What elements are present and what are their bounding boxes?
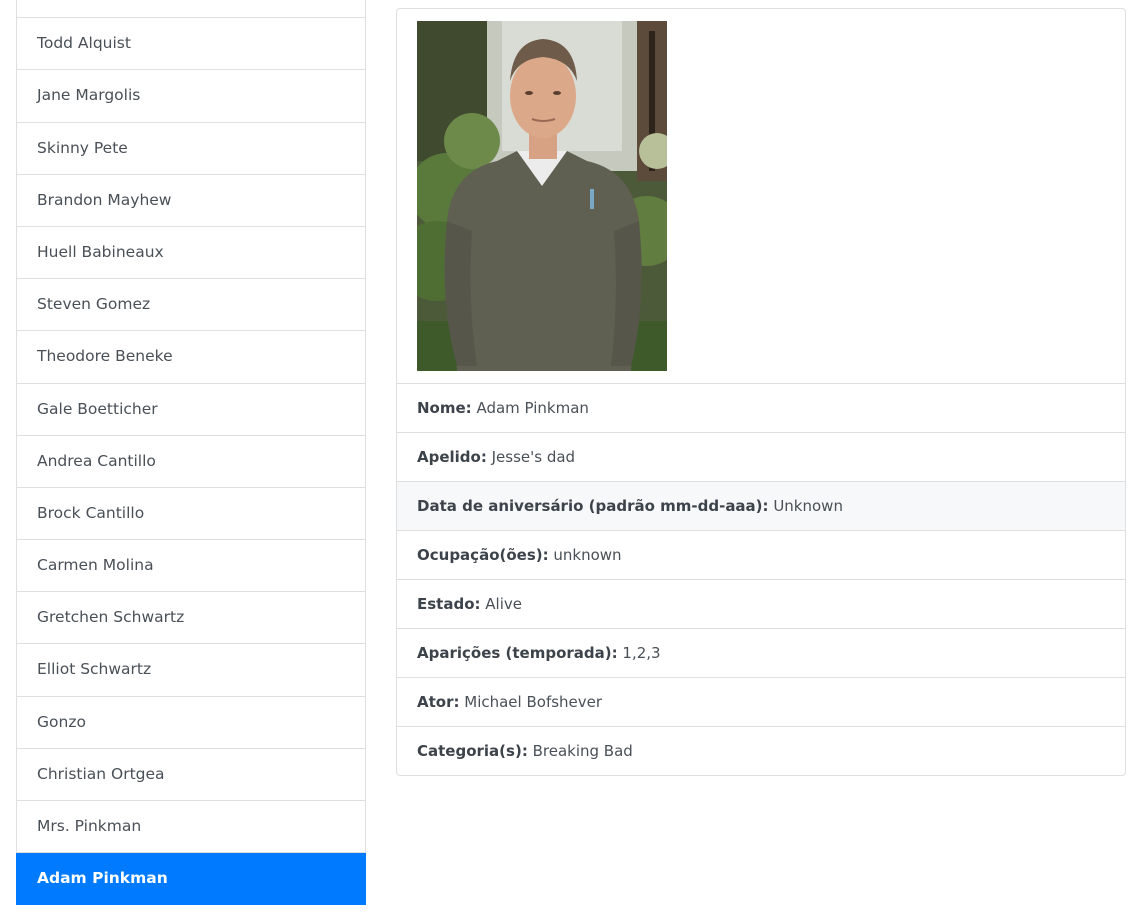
detail-value: Michael Bofshever [459, 693, 603, 711]
page: Todd Alquist Jane Margolis Skinny Pete B… [0, 0, 1136, 915]
list-item[interactable]: Theodore Beneke [16, 331, 366, 384]
detail-value: Alive [480, 595, 522, 613]
detail-label: Ocupação(ões): [417, 546, 549, 564]
detail-label: Categoria(s): [417, 742, 528, 760]
detail-label: Ator: [417, 693, 460, 711]
detail-label: Data de aniversário (padrão mm-dd-aaa): [417, 497, 769, 515]
list-item[interactable]: Skinny Pete [16, 122, 366, 175]
detail-label: Estado: [417, 595, 481, 613]
portrait-container [397, 9, 1125, 384]
detail-label: Aparições (temporada): [417, 644, 618, 662]
character-detail-card: Nome: Adam Pinkman Apelido: Jesse's dad … [396, 8, 1126, 776]
detail-value: Jesse's dad [486, 448, 576, 466]
list-item[interactable]: Elliot Schwartz [16, 644, 366, 697]
list-item[interactable]: Todd Alquist [16, 18, 366, 71]
detail-estado: Estado: Alive [397, 580, 1125, 629]
detail-value: Adam Pinkman [471, 399, 589, 417]
detail-aparicoes: Aparições (temporada): 1,2,3 [397, 629, 1125, 678]
detail-apelido: Apelido: Jesse's dad [397, 433, 1125, 482]
detail-label: Apelido: [417, 448, 487, 466]
detail-label: Nome: [417, 399, 472, 417]
detail-ator: Ator: Michael Bofshever [397, 678, 1125, 727]
character-portrait [417, 21, 667, 371]
list-item[interactable]: Gale Boetticher [16, 383, 366, 436]
list-item[interactable]: Mrs. Pinkman [16, 801, 366, 854]
list-item[interactable]: Andrea Cantillo [16, 435, 366, 488]
detail-value: Breaking Bad [527, 742, 633, 760]
list-item[interactable]: Brandon Mayhew [16, 174, 366, 227]
list-item[interactable]: Gretchen Schwartz [16, 592, 366, 645]
list-item[interactable]: Steven Gomez [16, 279, 366, 332]
detail-value: 1,2,3 [617, 644, 661, 662]
list-item[interactable]: Gonzo [16, 696, 366, 749]
detail-nome: Nome: Adam Pinkman [397, 384, 1125, 433]
list-item[interactable]: Jane Margolis [16, 70, 366, 123]
character-list: Todd Alquist Jane Margolis Skinny Pete B… [16, 0, 366, 906]
list-item-active[interactable]: Adam Pinkman [16, 853, 366, 906]
list-item[interactable]: Christian Ortgea [16, 748, 366, 801]
list-item[interactable]: Carmen Molina [16, 540, 366, 593]
detail-aniversario: Data de aniversário (padrão mm-dd-aaa): … [397, 482, 1125, 531]
detail-ocupacao: Ocupação(ões): unknown [397, 531, 1125, 580]
list-item[interactable]: Brock Cantillo [16, 487, 366, 541]
detail-value: Unknown [768, 497, 843, 515]
detail-categoria: Categoria(s): Breaking Bad [397, 727, 1125, 775]
list-item[interactable] [16, 0, 366, 19]
list-item[interactable]: Huell Babineaux [16, 226, 366, 280]
detail-value: unknown [548, 546, 622, 564]
